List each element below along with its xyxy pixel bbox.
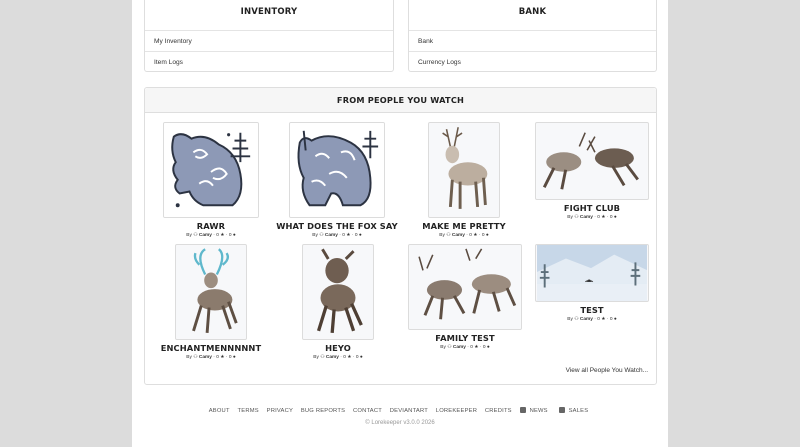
star-icon: ★ xyxy=(601,215,606,220)
gallery-item-user[interactable]: Camy xyxy=(453,345,466,350)
bank-card: BANK Bank Currency Logs xyxy=(408,0,657,72)
gallery-item-user[interactable]: Camy xyxy=(325,233,338,238)
gallery-thumbnail[interactable] xyxy=(535,122,649,200)
item-logs-link[interactable]: Item Logs xyxy=(145,51,393,72)
watch-gallery-card: FROM PEOPLE YOU WATCH RAWR By ⚇ Camy · 0… xyxy=(144,87,657,385)
gallery-thumbnail[interactable] xyxy=(535,244,649,302)
gallery-item[interactable]: ENCHANTMENNNNNT By ⚇ Camy · 0 ★ · 0 ● xyxy=(161,244,261,364)
gallery-item[interactable]: TEST By ⚇ Camy · 0 ★ · 0 ● xyxy=(535,244,649,326)
watch-gallery-title: FROM PEOPLE YOU WATCH xyxy=(145,88,656,113)
comment-icon: ● xyxy=(358,233,362,238)
footer-credits-link[interactable]: CREDITS xyxy=(485,408,512,414)
comment-icon: ● xyxy=(613,215,617,220)
rss-icon xyxy=(558,407,565,413)
gallery-item-user[interactable]: Camy xyxy=(580,215,593,220)
inventory-icon xyxy=(249,0,289,4)
footer-sales-link[interactable]: SALES xyxy=(558,407,592,414)
comment-icon: ● xyxy=(359,355,363,360)
star-icon: ★ xyxy=(220,355,225,360)
footer-contact-link[interactable]: CONTACT xyxy=(353,408,382,414)
gallery-item[interactable]: FAMILY TEST By ⚇ Camy · 0 ★ · 0 ● xyxy=(408,244,522,354)
comment-icon: ● xyxy=(232,233,236,238)
user-icon: ⚇ xyxy=(319,233,324,238)
gallery-item-user[interactable]: Camy xyxy=(580,317,593,322)
comment-icon: ● xyxy=(486,345,490,350)
user-icon: ⚇ xyxy=(320,355,325,360)
gallery-item[interactable]: MAKE ME PRETTY By ⚇ Camy · 0 ★ · 0 ● xyxy=(422,122,506,242)
reindeer-art-icon xyxy=(429,123,499,217)
enchanted-deer-art-icon xyxy=(176,245,246,339)
currency-logs-link[interactable]: Currency Logs xyxy=(409,51,656,72)
bank-icon xyxy=(513,0,553,4)
gallery-item-title[interactable]: FAMILY TEST xyxy=(368,333,562,343)
comment-icon: ● xyxy=(613,317,617,322)
star-icon: ★ xyxy=(473,233,478,238)
footer-lorekeeper-link[interactable]: LOREKEEPER xyxy=(436,408,477,414)
star-icon: ★ xyxy=(346,233,351,238)
star-icon: ★ xyxy=(220,233,225,238)
main-page: INVENTORY My Inventory Item Logs BANK Ba… xyxy=(132,0,668,447)
user-icon: ⚇ xyxy=(574,215,579,220)
bear-art-icon xyxy=(164,123,258,217)
footer-privacy-link[interactable]: PRIVACY xyxy=(267,408,293,414)
my-inventory-link[interactable]: My Inventory xyxy=(145,30,393,51)
gallery-item-user[interactable]: Camy xyxy=(452,233,465,238)
snow-landscape-art-icon xyxy=(536,245,648,301)
gallery-item-user[interactable]: Camy xyxy=(199,355,212,360)
gallery-item[interactable]: HEYO By ⚇ Camy · 0 ★ · 0 ● xyxy=(302,244,374,364)
gallery-thumbnail[interactable] xyxy=(163,122,259,218)
gallery-item-meta: By ⚇ Camy · 0 ★ · 0 ● xyxy=(567,317,617,322)
gallery-item-title[interactable]: TEST xyxy=(495,305,689,315)
gallery-item-meta: By ⚇ Camy · 0 ★ · 0 ● xyxy=(440,345,490,350)
star-icon: ★ xyxy=(601,317,606,322)
gallery-item-meta: By ⚇ Camy · 0 ★ · 0 ● xyxy=(313,355,363,360)
gallery-thumbnail[interactable] xyxy=(428,122,500,218)
gallery-item-user[interactable]: Camy xyxy=(199,233,212,238)
fighting-deer-art-icon xyxy=(536,123,648,199)
gallery-item-user[interactable]: Camy xyxy=(326,355,339,360)
gallery-thumbnail[interactable] xyxy=(289,122,385,218)
star-icon: ★ xyxy=(474,345,479,350)
user-icon: ⚇ xyxy=(446,233,451,238)
view-all-watched-link[interactable]: View all People You Watch... xyxy=(566,367,648,374)
gallery-item-title[interactable]: MAKE ME PRETTY xyxy=(388,221,540,231)
gallery-item-title[interactable]: FIGHT CLUB xyxy=(495,203,689,213)
gallery-thumbnail[interactable] xyxy=(302,244,374,340)
copyright-text: © Lorekeeper v3.0.0 2026 xyxy=(365,420,435,426)
gallery-item[interactable]: FIGHT CLUB By ⚇ Camy · 0 ★ · 0 ● xyxy=(535,122,649,224)
gallery-item[interactable]: WHAT DOES THE FOX SAY By ⚇ Camy · 0 ★ · … xyxy=(276,122,398,242)
gallery-item-meta: By ⚇ Camy · 0 ★ · 0 ● xyxy=(567,215,617,220)
bank-link[interactable]: Bank xyxy=(409,30,656,51)
gallery-thumbnail[interactable] xyxy=(175,244,247,340)
rss-icon xyxy=(519,407,526,413)
comment-icon: ● xyxy=(485,233,489,238)
user-icon: ⚇ xyxy=(447,345,452,350)
footer-bug-reports-link[interactable]: BUG REPORTS xyxy=(301,408,345,414)
inventory-card: INVENTORY My Inventory Item Logs xyxy=(144,0,394,72)
comment-icon: ● xyxy=(232,355,236,360)
user-icon: ⚇ xyxy=(574,317,579,322)
gallery-item[interactable]: RAWR By ⚇ Camy · 0 ★ · 0 ● xyxy=(163,122,259,242)
fawn-art-icon xyxy=(303,245,373,339)
user-icon: ⚇ xyxy=(193,355,198,360)
footer-news-link[interactable]: NEWS xyxy=(519,407,551,414)
gallery-item-meta: By ⚇ Camy · 0 ★ · 0 ● xyxy=(439,233,489,238)
footer-terms-link[interactable]: TERMS xyxy=(238,408,259,414)
star-icon: ★ xyxy=(347,355,352,360)
footer-deviantart-link[interactable]: DEVIANTART xyxy=(390,408,428,414)
bank-title: BANK xyxy=(518,7,547,17)
fox-art-icon xyxy=(290,123,384,217)
footer-about-link[interactable]: ABOUT xyxy=(209,408,230,414)
inventory-title: INVENTORY xyxy=(240,7,298,17)
user-icon: ⚇ xyxy=(193,233,198,238)
footer-nav: ABOUT TERMS PRIVACY BUG REPORTS CONTACT … xyxy=(132,407,668,414)
